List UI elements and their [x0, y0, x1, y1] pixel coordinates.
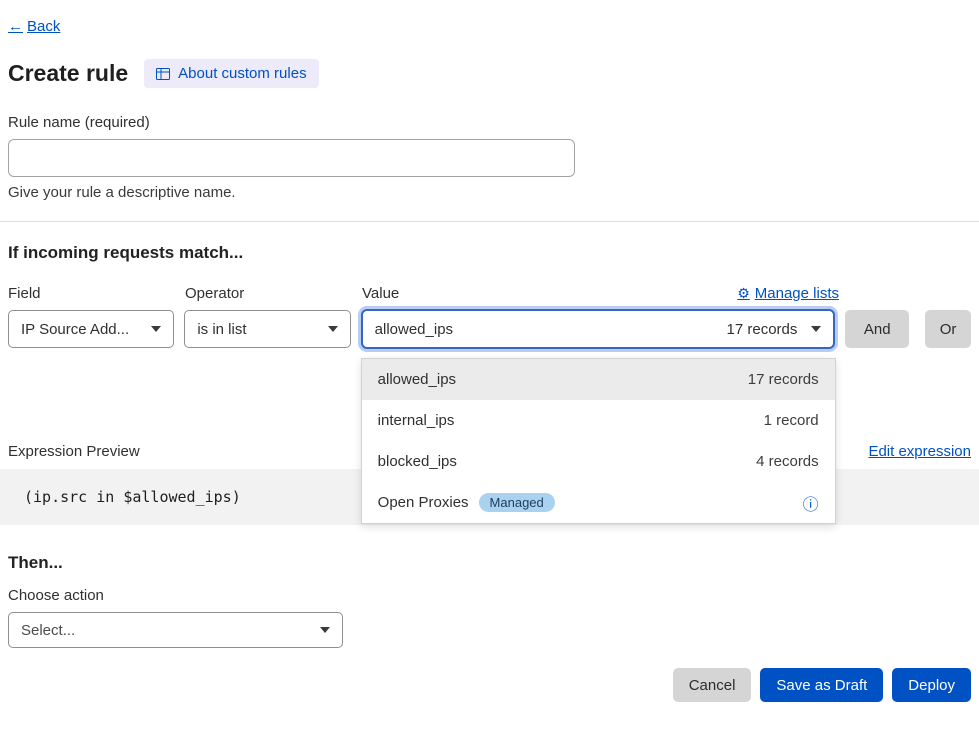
- about-custom-rules-label: About custom rules: [178, 65, 306, 82]
- then-section-heading: Then...: [0, 553, 979, 573]
- operator-select[interactable]: is in list: [184, 310, 350, 348]
- back-link[interactable]: ←Back: [8, 18, 60, 35]
- about-custom-rules-link[interactable]: About custom rules: [144, 59, 318, 88]
- save-as-draft-button[interactable]: Save as Draft: [760, 668, 883, 702]
- list-option-meta: 1 record: [764, 412, 819, 429]
- back-arrow-icon: ←: [8, 18, 23, 35]
- operator-label: Operator: [185, 285, 362, 302]
- list-option-meta: 17 records: [748, 371, 819, 388]
- operator-selected-value: is in list: [197, 321, 246, 338]
- value-select-wrap: allowed_ips 17 records allowed_ips 17 re…: [361, 309, 836, 349]
- docs-icon: [156, 68, 170, 80]
- gear-icon: ⚙: [737, 285, 750, 302]
- list-option-name: allowed_ips: [378, 371, 456, 388]
- list-option-open-proxies[interactable]: Open Proxies Managed ⓘ: [362, 482, 835, 523]
- managed-badge: Managed: [479, 493, 555, 512]
- chevron-down-icon: [811, 326, 821, 332]
- list-option-internal-ips[interactable]: internal_ips 1 record: [362, 400, 835, 441]
- list-option-allowed-ips[interactable]: allowed_ips 17 records: [362, 359, 835, 400]
- field-label: Field: [8, 285, 185, 302]
- manage-lists-label: Manage lists: [755, 285, 839, 302]
- list-option-name: internal_ips: [378, 412, 455, 429]
- expression-code: (ip.src in $allowed_ips): [24, 488, 241, 506]
- controls-row: IP Source Add... is in list allowed_ips …: [8, 309, 971, 349]
- chevron-down-icon: [151, 326, 161, 332]
- value-selected-meta: 17 records: [727, 321, 798, 338]
- deploy-button[interactable]: Deploy: [892, 668, 971, 702]
- info-icon[interactable]: ⓘ: [803, 491, 819, 515]
- rule-name-input[interactable]: [8, 139, 575, 177]
- controls-labels-row: Field Operator Value ⚙ Manage lists: [8, 285, 971, 302]
- value-label: Value: [362, 285, 399, 302]
- chevron-down-icon: [328, 326, 338, 332]
- action-select[interactable]: Select...: [8, 612, 343, 648]
- or-button[interactable]: Or: [925, 310, 971, 348]
- manage-lists-link[interactable]: ⚙ Manage lists: [737, 285, 839, 302]
- title-row: Create rule About custom rules: [0, 59, 979, 88]
- list-dropdown-menu: allowed_ips 17 records internal_ips 1 re…: [361, 358, 836, 524]
- list-option-blocked-ips[interactable]: blocked_ips 4 records: [362, 441, 835, 482]
- list-option-name: blocked_ips: [378, 453, 457, 470]
- action-selected-value: Select...: [21, 622, 75, 639]
- choose-action-label: Choose action: [0, 587, 979, 604]
- back-row: ←Back: [0, 0, 979, 35]
- value-select[interactable]: allowed_ips 17 records: [361, 309, 836, 349]
- cancel-button[interactable]: Cancel: [673, 668, 752, 702]
- match-controls-area: Field Operator Value ⚙ Manage lists IP So…: [0, 285, 979, 349]
- expression-preview-label: Expression Preview: [8, 443, 140, 460]
- value-selected-name: allowed_ips: [375, 321, 453, 338]
- footer-actions: Cancel Save as Draft Deploy: [0, 668, 979, 702]
- back-label: Back: [27, 18, 60, 35]
- and-button[interactable]: And: [845, 310, 909, 348]
- rule-name-help: Give your rule a descriptive name.: [0, 184, 979, 201]
- list-option-meta: 4 records: [756, 453, 819, 470]
- match-section-heading: If incoming requests match...: [0, 243, 979, 263]
- edit-expression-link[interactable]: Edit expression: [868, 443, 971, 460]
- field-selected-value: IP Source Add...: [21, 321, 129, 338]
- list-option-name: Open Proxies: [378, 494, 469, 511]
- field-select[interactable]: IP Source Add...: [8, 310, 174, 348]
- chevron-down-icon: [320, 627, 330, 633]
- page-title: Create rule: [8, 60, 128, 87]
- rule-name-label: Rule name (required): [0, 114, 979, 131]
- section-divider: [0, 221, 979, 222]
